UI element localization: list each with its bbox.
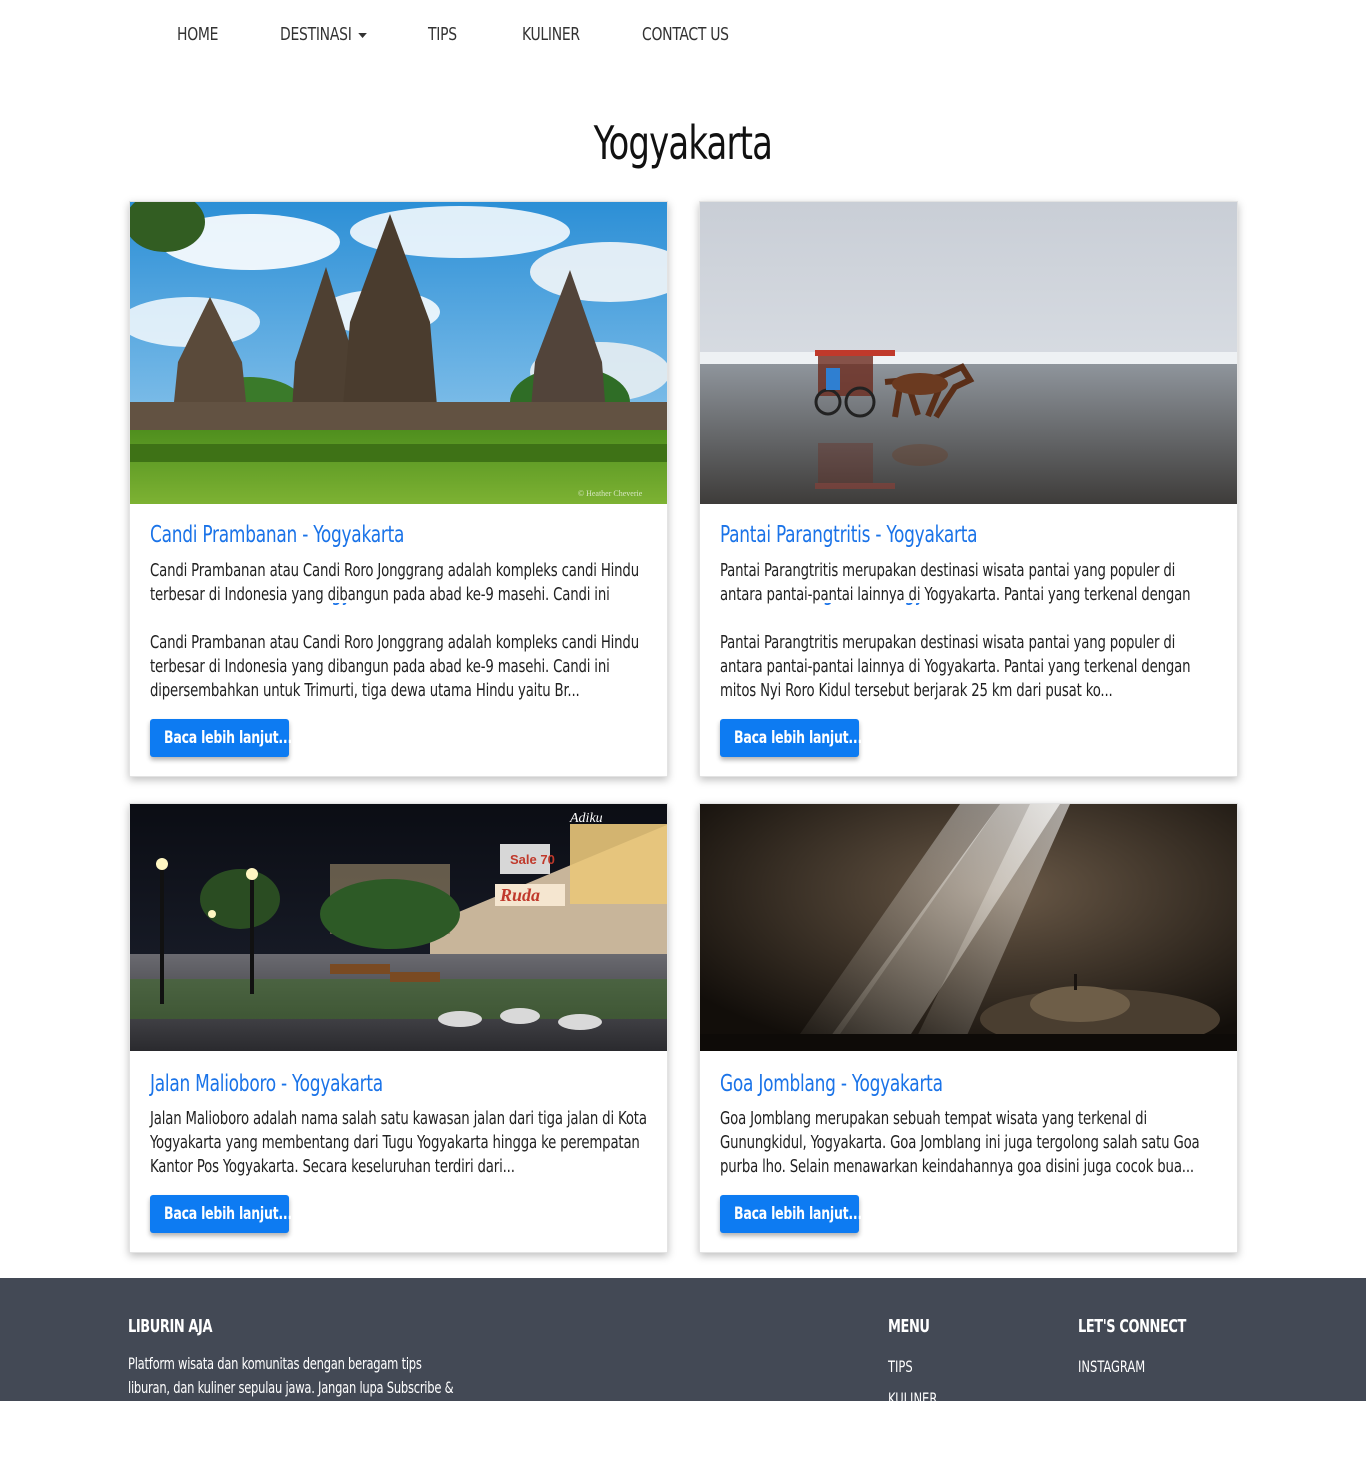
read-more-button[interactable]: Baca lebih lanjut...	[720, 1195, 862, 1233]
destination-card-jomblang: Goa Jomblang - Yogyakarta Goa Jomblang m…	[699, 803, 1238, 1253]
footer-description: Platform wisata dan komunitas dengan ber…	[128, 1354, 454, 1397]
card-title-duplicate: Pantai Parangtritis - Yogyakarta	[720, 603, 978, 606]
card-text: Candi Prambanan atau Candi Roro Jonggran…	[150, 632, 639, 701]
card-title[interactable]: Pantai Parangtritis - Yogyakarta	[720, 522, 978, 548]
navbar: HOME DESTINASI TIPS KULINER CONTACT US	[0, 0, 1366, 76]
shop-sign: Adiku	[569, 811, 603, 826]
destination-card-prambanan: © Heather Cheverie Candi Prambanan - Yog…	[129, 201, 668, 777]
footer-link-instagram[interactable]: INSTAGRAM	[1078, 1357, 1145, 1376]
footer-link-tips[interactable]: TIPS	[888, 1357, 913, 1376]
malioboro-image[interactable]: Sale 70 Adiku Ruda	[130, 804, 667, 1051]
nav-home[interactable]: HOME	[177, 24, 218, 45]
nav-destinasi-label: DESTINASI	[280, 24, 352, 45]
read-more-button[interactable]: Baca lebih lanjut...	[150, 719, 292, 757]
nav-destinasi[interactable]: DESTINASI	[280, 24, 368, 45]
footer: LIBURIN AJA Platform wisata dan komunita…	[0, 1278, 1366, 1401]
card-title-duplicate: Candi Prambanan - Yogyakarta	[150, 603, 404, 606]
footer-brand: LIBURIN AJA	[128, 1316, 213, 1337]
page-title: Yogyakarta	[593, 116, 773, 170]
card-title[interactable]: Jalan Malioboro - Yogyakarta	[150, 1071, 383, 1097]
destination-card-parangtritis: Pantai Parangtritis - Yogyakarta Pantai …	[699, 201, 1238, 777]
footer-connect-title: LET'S CONNECT	[1078, 1316, 1186, 1337]
read-more-button[interactable]: Baca lebih lanjut...	[720, 719, 862, 757]
jomblang-image[interactable]	[700, 804, 1237, 1051]
store-sign: Ruda	[499, 885, 540, 905]
destination-card-malioboro: Sale 70 Adiku Ruda Jalan Malioboro - Yog…	[129, 803, 668, 1253]
card-text-preview: Pantai Parangtritis merupakan destinasi …	[720, 560, 1191, 604]
image-credit: © Heather Cheverie	[578, 489, 643, 498]
footer-link-kuliner[interactable]: KULINER	[888, 1389, 937, 1401]
card-text: Pantai Parangtritis merupakan destinasi …	[720, 632, 1191, 701]
parangtritis-image[interactable]	[700, 202, 1237, 504]
sale-sign: Sale 70	[510, 852, 555, 867]
nav-contact-us[interactable]: CONTACT US	[642, 24, 729, 45]
card-text-preview: Candi Prambanan atau Candi Roro Jonggran…	[150, 560, 639, 604]
footer-menu-title: MENU	[888, 1316, 930, 1337]
caret-down-icon	[358, 32, 368, 38]
nav-tips[interactable]: TIPS	[428, 24, 457, 45]
prambanan-image[interactable]: © Heather Cheverie	[130, 202, 667, 504]
card-text: Jalan Malioboro adalah nama salah satu k…	[150, 1108, 647, 1177]
read-more-button[interactable]: Baca lebih lanjut...	[150, 1195, 292, 1233]
card-text: Goa Jomblang merupakan sebuah tempat wis…	[720, 1108, 1200, 1177]
card-title[interactable]: Goa Jomblang - Yogyakarta	[720, 1071, 943, 1097]
card-title[interactable]: Candi Prambanan - Yogyakarta	[150, 522, 404, 548]
nav-kuliner[interactable]: KULINER	[522, 24, 580, 45]
